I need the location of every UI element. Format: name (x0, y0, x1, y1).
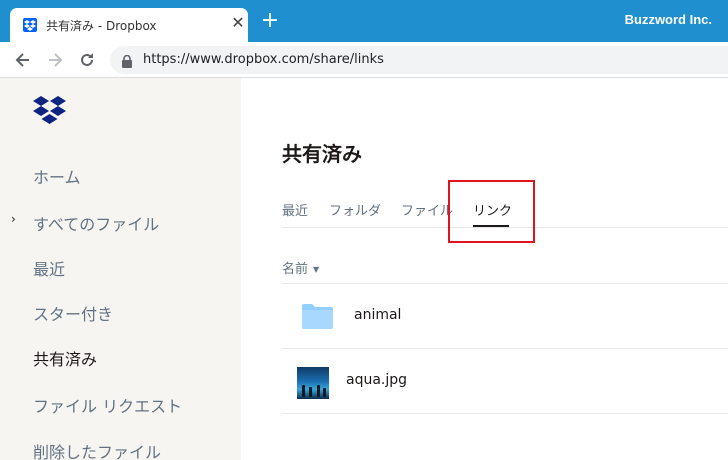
new-tab-button[interactable]: + (259, 10, 281, 32)
table-row[interactable]: animal (282, 284, 728, 348)
table-row[interactable]: aqua.jpg (282, 349, 728, 413)
sidebar-item-recent[interactable]: 最近 (33, 256, 65, 280)
address-bar[interactable]: https://www.dropbox.com/share/links (110, 46, 728, 74)
expand-chevron-icon[interactable]: › (11, 212, 16, 226)
close-tab-icon[interactable]: ✕ (229, 14, 247, 32)
sidebar-item-starred[interactable]: スター付き (33, 301, 113, 325)
annotation-highlight-box (448, 180, 535, 243)
tab-title: 共有済み - Dropbox (46, 19, 157, 33)
dropbox-logo-icon[interactable] (33, 96, 66, 128)
dropbox-favicon-icon (23, 18, 37, 32)
sidebar-item-home[interactable]: ホーム (33, 164, 81, 188)
tab-recent[interactable]: 最近 (282, 200, 308, 219)
image-thumbnail (297, 367, 329, 399)
name-column-label: 名前 (282, 262, 309, 277)
sort-down-icon[interactable]: ▼ (313, 265, 319, 274)
sidebar-item-deleted-files[interactable]: 削除したファイル (33, 439, 161, 460)
lock-icon (122, 53, 132, 72)
sidebar: › ホーム すべてのファイル 最近 スター付き 共有済み ファイル リクエスト … (0, 78, 241, 460)
browser-titlebar: 共有済み - Dropbox ✕ + Buzzword Inc. (0, 0, 728, 42)
sidebar-item-file-requests[interactable]: ファイル リクエスト (33, 393, 182, 417)
back-arrow-icon[interactable] (13, 50, 33, 70)
browser-toolbar: https://www.dropbox.com/share/links (0, 42, 728, 78)
tab-folders[interactable]: フォルダ (329, 200, 381, 219)
file-name[interactable]: aqua.jpg (346, 372, 407, 388)
url-text[interactable]: https://www.dropbox.com/share/links (143, 52, 384, 67)
reload-icon[interactable] (77, 50, 97, 70)
file-name[interactable]: animal (354, 307, 401, 323)
sidebar-item-all-files[interactable]: すべてのファイル (33, 211, 159, 235)
page-title: 共有済み (282, 142, 362, 166)
sidebar-item-shared[interactable]: 共有済み (33, 346, 97, 370)
browser-tab[interactable]: 共有済み - Dropbox ✕ (10, 8, 248, 42)
main-content: 共有済み 最近 フォルダ ファイル リンク 名前 ▼ animal aqua.jp… (241, 78, 728, 460)
forward-arrow-icon[interactable] (45, 50, 65, 70)
row-divider (282, 413, 728, 414)
brand-label: Buzzword Inc. (624, 12, 712, 27)
tab-files[interactable]: ファイル (401, 200, 453, 219)
folder-icon (302, 304, 333, 329)
name-column-header[interactable]: 名前 ▼ (282, 258, 319, 277)
